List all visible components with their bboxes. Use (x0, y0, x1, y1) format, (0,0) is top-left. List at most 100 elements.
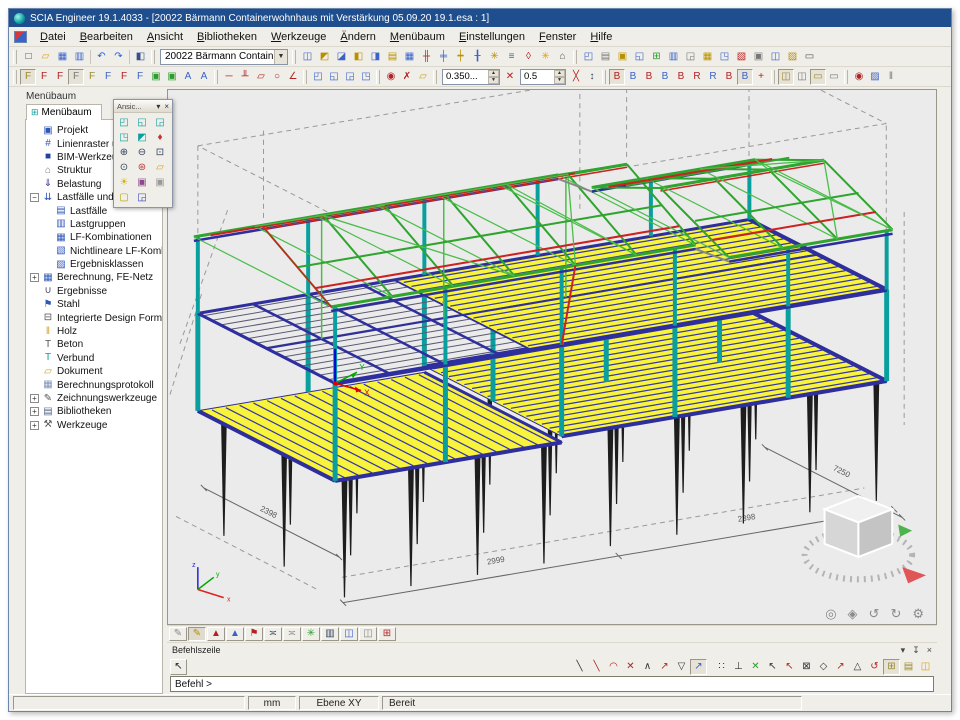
snapmode-icon-6[interactable]: ↗ (656, 659, 673, 675)
selection-tool-icon-8[interactable]: B (721, 69, 737, 85)
grid-spinner[interactable]: 0.5 ▲▼ (520, 69, 566, 85)
draw-tool-icon-2[interactable]: ╨ (237, 69, 253, 85)
table-tool-icon-9[interactable]: ◳ (716, 49, 733, 65)
selection-tool-icon-10[interactable]: + (753, 69, 769, 85)
table-tool-icon-13[interactable]: ▨ (784, 49, 801, 65)
frame-tool-icon-10[interactable]: ▣ (164, 69, 180, 85)
viewport-zoom-icon[interactable]: ◎ (825, 606, 836, 622)
member-tool-icon-12[interactable]: ✳ (486, 49, 503, 65)
frame-tool-icon-3[interactable]: F (52, 69, 68, 85)
workspace-icon[interactable]: ◧ (132, 49, 149, 65)
gridmode-icon-11[interactable]: ⊞ (883, 659, 900, 675)
table-tool-icon-12[interactable]: ◫ (767, 49, 784, 65)
member-tool-icon-16[interactable]: ⌂ (554, 49, 571, 65)
folder-icon[interactable]: ▱ (415, 69, 431, 85)
selection-tool-icon-7[interactable]: R (705, 69, 721, 85)
pencil-icon[interactable]: ✎ (169, 627, 187, 641)
member-tool-icon-11[interactable]: ╂ (469, 49, 486, 65)
snap-tool-icon-2[interactable]: ↕ (584, 69, 600, 85)
spinner-arrows[interactable]: ▲▼ (488, 70, 499, 84)
frame-tool-icon-11[interactable]: A (180, 69, 196, 85)
zoom-in-icon[interactable]: ⊕ (115, 145, 133, 160)
view-folder-icon[interactable]: ▱ (151, 160, 169, 175)
eye-icon[interactable]: ◉ (383, 69, 399, 85)
sidebar-item-lf-kombinationen[interactable]: ▦LF-Kombinationen (29, 231, 162, 244)
menu-item-ansicht[interactable]: Ansicht (140, 29, 190, 45)
view-top-icon[interactable]: ◱ (133, 115, 151, 130)
toolbar-grip[interactable] (573, 50, 577, 64)
tree-expander-icon[interactable]: + (30, 394, 39, 403)
pencil-active-icon[interactable]: ✎ (188, 627, 206, 641)
toolbar-grip[interactable] (13, 50, 17, 64)
table-tool-icon-3[interactable]: ▣ (614, 49, 631, 65)
viewbar-icon-8[interactable]: ✳ (302, 627, 320, 641)
cursor-mode-button[interactable]: ↖ (170, 659, 187, 675)
viewbar-icon-11[interactable]: ◫ (359, 627, 377, 641)
menu-item-bearbeiten[interactable]: Bearbeiten (73, 29, 140, 45)
gridmode-icon-2[interactable]: ⊥ (730, 659, 747, 675)
viewbar-icon-10[interactable]: ◫ (340, 627, 358, 641)
toolbar-grip[interactable] (214, 70, 218, 84)
viewbar-icon-5[interactable]: ⚑ (245, 627, 263, 641)
snap-angle-icon[interactable]: ✕ (502, 69, 518, 85)
tree-expander-icon[interactable]: + (30, 273, 39, 282)
sidebar-item-dokument[interactable]: ▱Dokument (29, 365, 162, 378)
member-tool-icon-6[interactable]: ▤ (384, 49, 401, 65)
sidebar-item-lastgruppen[interactable]: ▥Lastgruppen (29, 218, 162, 231)
snapmode-icon-4[interactable]: ✕ (622, 659, 639, 675)
gridmode-icon-7[interactable]: ◇ (815, 659, 832, 675)
open-project-icon[interactable]: ▱ (37, 49, 54, 65)
zoom-window-icon[interactable]: ⊡ (151, 145, 169, 160)
zoom-all-icon[interactable]: ⊙ (115, 160, 133, 175)
viewport-settings-icon[interactable]: ⚙ (912, 606, 924, 622)
menu-item-fenster[interactable]: Fenster (532, 29, 583, 45)
draw-tool-icon-1[interactable]: ─ (221, 69, 237, 85)
clipbox-icon[interactable]: ▢ (115, 190, 133, 205)
sidebar-item-integrierte-design-forms[interactable]: ⊟Integrierte Design Forms (29, 311, 162, 324)
gridmode-icon-6[interactable]: ⊠ (798, 659, 815, 675)
frame-tool-icon-12[interactable]: A (196, 69, 212, 85)
tree-expander-icon[interactable]: − (30, 193, 39, 202)
clipboard-tool-icon-3[interactable]: ◲ (342, 69, 358, 85)
snapmode-icon-7[interactable]: ▽ (673, 659, 690, 675)
draw-tool-icon-5[interactable]: ∠ (285, 69, 301, 85)
spinner-arrows[interactable]: ▲▼ (554, 70, 565, 84)
viewbar-icon-6[interactable]: ≍ (264, 627, 282, 641)
gridmode-icon-3[interactable]: ✕ (747, 659, 764, 675)
palette-close-icon[interactable]: × (164, 102, 169, 111)
sidebar-item-berechnung-fe-netz[interactable]: +▦Berechnung, FE-Netz (29, 271, 162, 284)
table-tool-icon-7[interactable]: ◲ (682, 49, 699, 65)
sidebar-item-werkzeuge[interactable]: +⚒Werkzeuge (29, 419, 162, 432)
gridmode-icon-13[interactable]: ◫ (917, 659, 934, 675)
table-tool-icon-1[interactable]: ◰ (580, 49, 597, 65)
toggle-tool-icon-3[interactable]: ▭ (810, 69, 826, 85)
frame-tool-icon-1[interactable]: F (20, 69, 36, 85)
palette-dropdown-icon[interactable]: ▾ (156, 102, 160, 111)
monitor-icon[interactable]: ◲ (133, 190, 151, 205)
member-tool-icon-5[interactable]: ◨ (367, 49, 384, 65)
undo-icon[interactable]: ↶ (93, 49, 110, 65)
sidebar-item-stahl[interactable]: ⚑Stahl (29, 298, 162, 311)
menu-item-einstellungen[interactable]: Einstellungen (452, 29, 532, 45)
snapmode-icon-3[interactable]: ◠ (605, 659, 622, 675)
sidebar-item-ergebnisklassen[interactable]: ▨Ergebnisklassen (29, 258, 162, 271)
toolbar-grip[interactable] (303, 70, 307, 84)
toggle-tool-icon-4[interactable]: ▭ (826, 69, 842, 85)
viewport-orbit-icon[interactable]: ↺ (869, 606, 880, 622)
tree-expander-icon[interactable]: + (30, 421, 39, 430)
selection-tool-icon-4[interactable]: B (657, 69, 673, 85)
gridmode-icon-4[interactable]: ↖ (764, 659, 781, 675)
member-tool-icon-9[interactable]: ╪ (435, 49, 452, 65)
toolbar-grip[interactable] (292, 50, 296, 64)
gridmode-icon-5[interactable]: ↖ (781, 659, 798, 675)
panel-pin-icon[interactable]: ↧ (912, 645, 920, 656)
menu-item-datei[interactable]: Datei (33, 29, 73, 45)
member-tool-icon-1[interactable]: ◫ (299, 49, 316, 65)
table-tool-icon-2[interactable]: ▤ (597, 49, 614, 65)
frame-tool-icon-8[interactable]: F (132, 69, 148, 85)
selection-tool-icon-5[interactable]: B (673, 69, 689, 85)
photo2-icon[interactable]: ▣ (151, 175, 169, 190)
selection-tool-icon-1[interactable]: B (609, 69, 625, 85)
member-tool-icon-15[interactable]: ✳ (537, 49, 554, 65)
table-tool-icon-14[interactable]: ▭ (801, 49, 818, 65)
